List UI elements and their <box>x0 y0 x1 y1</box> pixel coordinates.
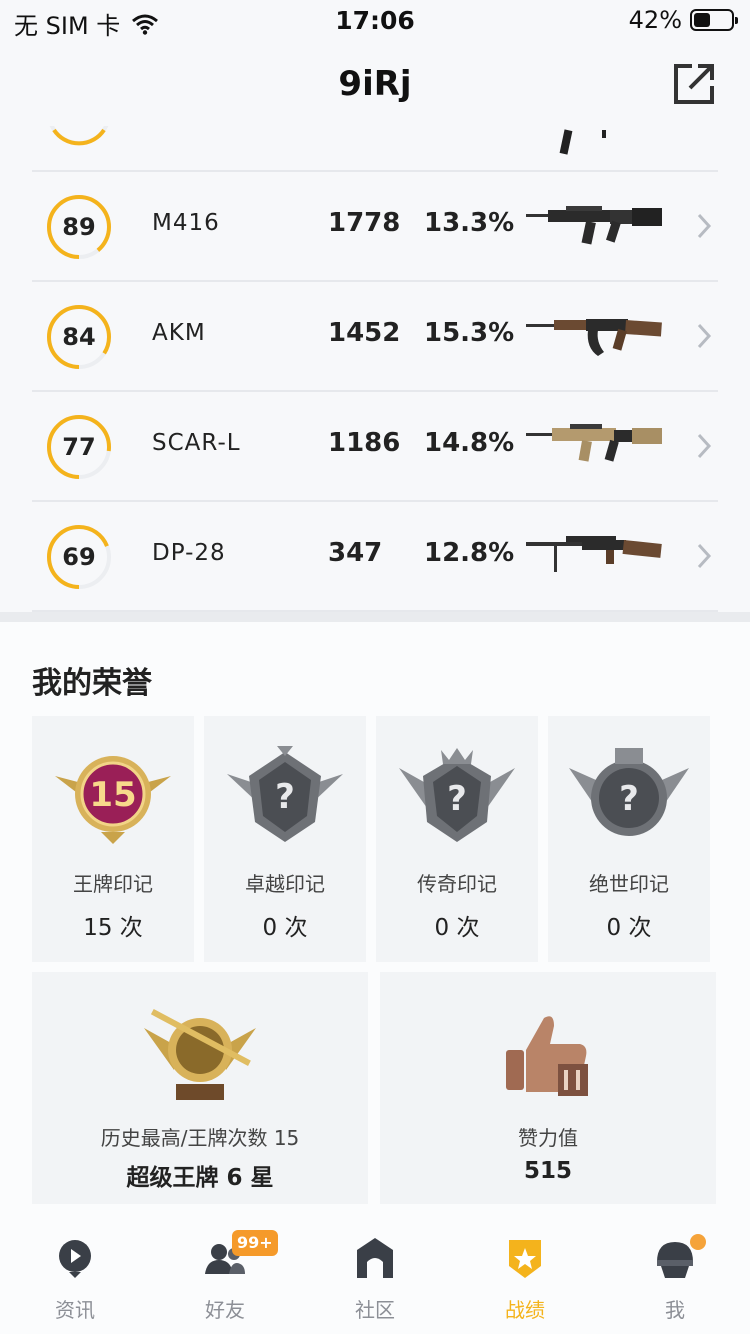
page-title: 9iRj <box>338 64 412 104</box>
tab-label: 资讯 <box>55 1298 95 1322</box>
weapon-kills: 1186 <box>328 428 401 458</box>
ace-rank-emblem-icon <box>144 1008 256 1100</box>
weapon-name: M416 <box>152 210 220 236</box>
battery-percent: 42% <box>628 6 682 34</box>
weapon-row-partial[interactable] <box>32 126 718 172</box>
best-rank-value: 超级王牌 6 星 <box>126 1165 274 1191</box>
ace-badge-icon: 15 <box>55 756 171 844</box>
gun-image-partial <box>559 129 606 155</box>
chevron-right-icon <box>697 433 712 459</box>
weapon-kills: 347 <box>328 538 383 568</box>
weapon-row[interactable]: 77 SCAR-L 1186 14.8% <box>32 392 718 502</box>
weapon-rate: 12.8% <box>424 538 515 568</box>
tab-news[interactable]: 资讯 <box>0 1218 150 1334</box>
best-rank-label: 历史最高/王牌次数 15 <box>100 1126 300 1150</box>
tab-label: 我 <box>665 1298 685 1322</box>
badge-name: 传奇印记 <box>417 872 497 896</box>
chevron-right-icon <box>697 543 712 569</box>
weapon-name: DP-28 <box>152 540 226 566</box>
tab-bar: 资讯 99+ 好友 社区 战绩 我 <box>0 1218 750 1334</box>
tab-label: 战绩 <box>505 1298 545 1322</box>
scar-l-image <box>526 424 662 462</box>
badge-tile-excellent[interactable]: ? 卓越印记 0 次 <box>204 716 366 962</box>
weapon-kills: 1778 <box>328 208 401 238</box>
dp-28-image <box>526 536 662 572</box>
badge-name: 卓越印记 <box>245 872 325 896</box>
svg-text:?: ? <box>619 779 639 819</box>
badge-count: 0 次 <box>434 915 480 941</box>
weapon-rate: 14.8% <box>424 428 515 458</box>
stats-shield-icon <box>509 1240 541 1278</box>
badge-count: 0 次 <box>262 915 308 941</box>
weapon-list: 89 M416 1778 13.3% 84 AKM 1452 15.3% 77 … <box>0 126 750 612</box>
locked-badge-icon: ? <box>399 748 515 842</box>
friends-count-badge: 99+ <box>232 1230 278 1256</box>
akm-image <box>526 319 662 356</box>
likes-tile[interactable]: 赞力值 515 <box>380 972 716 1204</box>
badge-count: 0 次 <box>606 915 652 941</box>
weapon-score: 77 <box>62 433 96 461</box>
badge-tile-legend[interactable]: ? 传奇印记 0 次 <box>376 716 538 962</box>
weapon-row[interactable]: 69 DP-28 347 12.8% <box>32 502 718 612</box>
honor-title: 我的荣誉 <box>32 666 152 701</box>
best-rank-tile[interactable]: 历史最高/王牌次数 15 超级王牌 6 星 <box>32 972 368 1204</box>
weapon-score: 69 <box>62 543 96 571</box>
status-bar: 无 SIM 卡 17:06 42% <box>0 0 750 42</box>
likes-label: 赞力值 <box>518 1126 578 1150</box>
weapon-score: 84 <box>62 323 96 351</box>
weapon-kills: 1452 <box>328 318 401 348</box>
honor-section: 我的荣誉 15 王牌印记 15 次 ? 卓越印记 0 次 ? 传奇印记 0 次 … <box>0 622 750 1218</box>
m416-image <box>526 206 662 245</box>
badge-tile-ace[interactable]: 15 王牌印记 15 次 <box>32 716 194 962</box>
likes-value: 515 <box>523 1158 572 1184</box>
tab-community[interactable]: 社区 <box>300 1218 450 1334</box>
news-play-icon <box>59 1240 91 1278</box>
svg-text:?: ? <box>447 779 467 819</box>
status-battery: 42% <box>628 6 738 34</box>
ace-badge-level: 15 <box>89 775 136 815</box>
weapon-score: 89 <box>62 213 96 241</box>
badge-count: 15 次 <box>83 915 143 941</box>
weapon-rate: 13.3% <box>424 208 515 238</box>
weapon-row[interactable]: 84 AKM 1452 15.3% <box>32 282 718 392</box>
tab-label: 社区 <box>355 1298 395 1322</box>
battery-icon <box>690 9 738 31</box>
weapon-name: AKM <box>152 320 206 346</box>
chevron-right-icon <box>697 213 712 239</box>
chevron-right-icon <box>697 323 712 349</box>
badge-name: 王牌印记 <box>73 872 153 896</box>
weapon-rate: 15.3% <box>424 318 515 348</box>
badge-name: 绝世印记 <box>589 872 669 896</box>
community-icon <box>357 1238 393 1278</box>
nav-bar: 9iRj <box>0 42 750 126</box>
tab-stats[interactable]: 战绩 <box>450 1218 600 1334</box>
locked-badge-icon: ? <box>227 746 343 842</box>
svg-text:?: ? <box>275 777 295 817</box>
section-divider <box>0 612 750 622</box>
locked-badge-icon: ? <box>569 748 689 836</box>
share-icon[interactable] <box>672 62 716 106</box>
tab-label: 好友 <box>205 1298 245 1322</box>
weapon-name: SCAR-L <box>152 430 241 456</box>
notification-dot <box>690 1234 706 1250</box>
tab-me[interactable]: 我 <box>600 1218 750 1334</box>
thumbs-up-icon <box>506 1016 588 1096</box>
tab-friends[interactable]: 99+ 好友 <box>150 1218 300 1334</box>
badge-tile-peerless[interactable]: ? 绝世印记 0 次 <box>548 716 710 962</box>
weapon-row[interactable]: 89 M416 1778 13.3% <box>32 172 718 282</box>
score-ring <box>49 126 109 146</box>
